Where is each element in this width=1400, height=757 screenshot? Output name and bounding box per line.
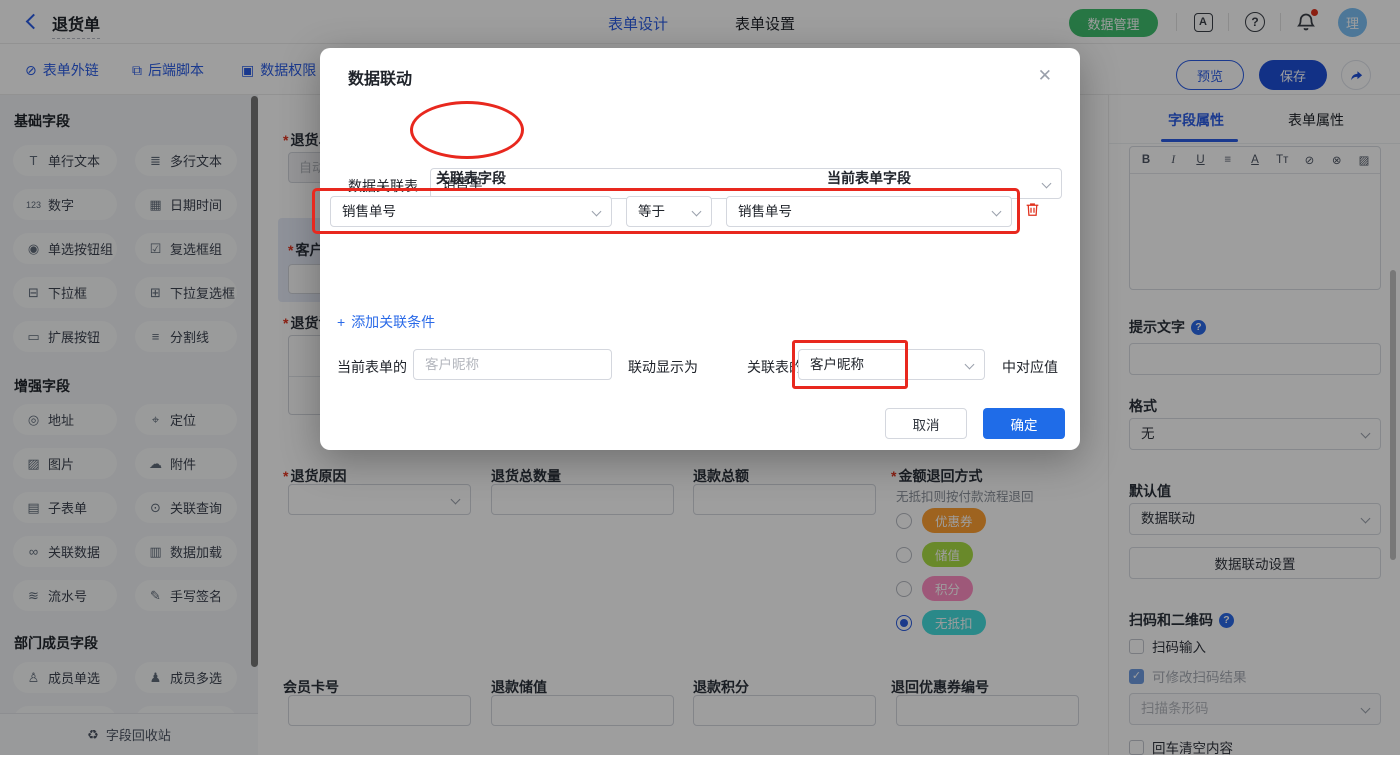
suffix-label: 中对应值 [1002, 359, 1058, 375]
display-as-label: 联动显示为 [628, 359, 698, 375]
chevron-down-icon [591, 206, 602, 217]
chevron-down-icon [1041, 178, 1052, 189]
condition-operator-select[interactable]: 等于 [626, 196, 712, 227]
form-designer-app: 退货单 表单设计 表单设置 数据管理 A ? 理 ⊘ 表单外链 ⧉ 后端脚本 ▣… [0, 0, 1400, 756]
plus-icon: + [337, 314, 346, 330]
modal-title: 数据联动 [348, 71, 413, 88]
add-condition-link[interactable]: + 添加关联条件 [337, 312, 435, 332]
column-header-linked-field: 关联表字段 [436, 170, 506, 186]
data-linkage-modal: 数据联动 ✕ 数据关联表 销售单 关联表字段 当前表单字段 销售单号 等于 销售… [320, 48, 1080, 450]
linked-table-label: 关联表的 [747, 359, 803, 375]
delete-condition-icon[interactable] [1024, 201, 1041, 223]
condition-field-select[interactable]: 销售单号 [330, 196, 612, 227]
confirm-button[interactable]: 确定 [983, 408, 1065, 439]
close-icon[interactable]: ✕ [1034, 62, 1056, 90]
chevron-down-icon [991, 206, 1002, 217]
condition-target-select[interactable]: 销售单号 [726, 196, 1012, 227]
current-form-label: 当前表单的 [337, 359, 407, 375]
column-header-current-field: 当前表单字段 [827, 170, 911, 186]
chevron-down-icon [691, 206, 702, 217]
current-field-input[interactable] [413, 349, 612, 380]
chevron-down-icon [964, 359, 975, 370]
cancel-button[interactable]: 取消 [885, 408, 967, 439]
linked-field-select[interactable]: 客户昵称 [798, 349, 985, 380]
